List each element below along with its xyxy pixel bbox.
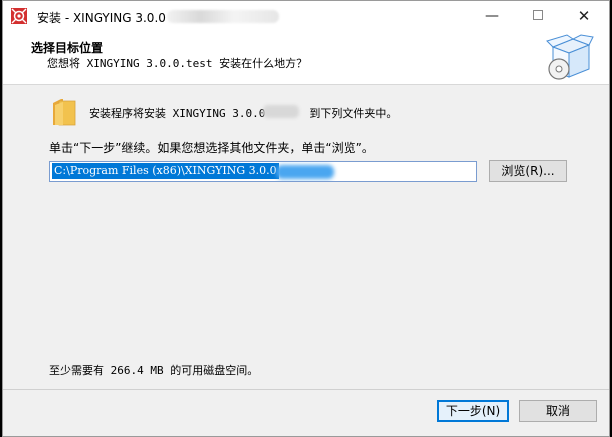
destination-message-prefix: 安装程序将安装 XINGYING 3.0.0 [89,107,266,120]
footer-divider [3,389,609,390]
page-title: 选择目标位置 [31,41,104,55]
title-bar: 安装 - XINGYING 3.0.0 — ✕ [3,1,609,31]
wizard-header: 选择目标位置 您想将 XINGYING 3.0.0.test 安装在什么地方？ [3,31,609,85]
installer-box-icon [546,34,594,80]
browse-button[interactable]: 浏览(R)... [489,160,567,182]
destination-message: 安装程序将安装 XINGYING 3.0.0 到下列文件夹中。 [89,105,397,121]
installer-window: 安装 - XINGYING 3.0.0 — ✕ 选择目标位置 您想将 XINGY… [2,0,610,437]
minimize-button[interactable]: — [469,1,515,31]
next-button[interactable]: 下一步(N) [437,400,509,422]
close-button[interactable]: ✕ [561,1,607,31]
title-redaction [167,10,279,23]
window-title: 安装 - XINGYING 3.0.0 [37,11,166,25]
folder-icon [53,99,76,126]
instruction-text: 单击“下一步”继续。如果您想选择其他文件夹，单击“浏览”。 [49,141,374,155]
maximize-button[interactable] [515,1,561,31]
destination-message-suffix: 到下列文件夹中。 [309,107,398,120]
path-redaction [276,165,334,179]
install-path-value: C:\Program Files (x86)\XINGYING 3.0.0 [52,163,279,179]
cancel-button[interactable]: 取消 [519,400,597,422]
disk-space-required: 至少需要有 266.4 MB 的可用磁盘空间。 [49,364,259,377]
maximize-icon [533,10,543,20]
install-path-input[interactable]: C:\Program Files (x86)\XINGYING 3.0.0 [49,161,477,182]
destination-redaction [263,105,299,118]
app-logo-icon [11,8,27,24]
page-subtitle: 您想将 XINGYING 3.0.0.test 安装在什么地方？ [47,57,308,70]
